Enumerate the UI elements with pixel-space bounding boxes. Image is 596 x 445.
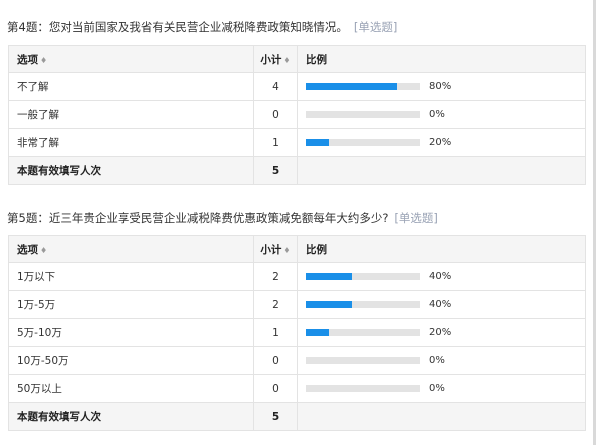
question-4-title-text: 第4题：您对当前国家及我省有关民营企业减税降费政策知晓情况。 [7, 20, 348, 34]
total-empty-cell [297, 402, 586, 431]
count-cell: 0 [253, 374, 298, 403]
option-cell: 1万-5万 [8, 290, 254, 319]
count-cell: 0 [253, 100, 298, 129]
table-header-row: 选项 ♦ 小计 ♦ 比例 [8, 45, 586, 73]
total-label: 本题有效填写人次 [8, 402, 254, 431]
option-cell: 不了解 [8, 72, 254, 101]
ratio-cell: 0% [297, 346, 586, 375]
ratio-cell: 0% [297, 100, 586, 129]
sort-arrows-icon[interactable]: ♦ [283, 56, 290, 65]
table-row: 50万以上 0 0% [8, 374, 586, 403]
ratio-cell: 20% [297, 128, 586, 157]
ratio-percent: 40% [429, 299, 452, 310]
count-cell: 2 [253, 262, 298, 291]
ratio-percent: 20% [429, 137, 452, 148]
ratio-cell: 40% [297, 290, 586, 319]
ratio-column-header: 比例 [297, 45, 586, 73]
ratio-bar-track [306, 111, 420, 118]
ratio-cell: 40% [297, 262, 586, 291]
ratio-percent: 0% [429, 355, 445, 366]
sort-arrows-icon[interactable]: ♦ [283, 246, 290, 255]
question-5-type-tag: [单选题] [394, 211, 438, 225]
ratio-percent: 20% [429, 327, 452, 338]
ratio-bar-fill [306, 329, 329, 336]
sort-arrows-icon[interactable]: ♦ [40, 56, 47, 65]
option-cell: 10万-50万 [8, 346, 254, 375]
total-row: 本题有效填写人次 5 [8, 402, 586, 431]
ratio-bar-track [306, 329, 420, 336]
question-4-table: 选项 ♦ 小计 ♦ 比例 不了解 4 80% 一般了解 0 0% 非常了解 1 20… [8, 45, 586, 185]
total-label: 本题有效填写人次 [8, 156, 254, 185]
ratio-percent: 80% [429, 81, 452, 92]
table-row: 非常了解 1 20% [8, 128, 586, 157]
ratio-percent: 40% [429, 271, 452, 282]
table-row: 10万-50万 0 0% [8, 346, 586, 375]
option-cell: 5万-10万 [8, 318, 254, 347]
ratio-bar-fill [306, 83, 398, 90]
ratio-column-header: 比例 [297, 235, 586, 263]
ratio-bar-track [306, 139, 420, 146]
total-empty-cell [297, 156, 586, 185]
count-cell: 0 [253, 346, 298, 375]
option-cell: 50万以上 [8, 374, 254, 403]
ratio-cell: 80% [297, 72, 586, 101]
count-cell: 4 [253, 72, 298, 101]
question-5-title-text: 第5题：近三年贵企业享受民营企业减税降费优惠政策减免额每年大约多少? [7, 211, 389, 225]
ratio-bar-track [306, 357, 420, 364]
question-4-title: 第4题：您对当前国家及我省有关民营企业减税降费政策知晓情况。 [单选题] [7, 19, 397, 35]
option-cell: 非常了解 [8, 128, 254, 157]
ratio-cell: 20% [297, 318, 586, 347]
count-cell: 1 [253, 318, 298, 347]
table-row: 不了解 4 80% [8, 72, 586, 101]
ratio-bar-fill [306, 301, 352, 308]
ratio-bar-track [306, 301, 420, 308]
table-row: 1万以下 2 40% [8, 262, 586, 291]
ratio-percent: 0% [429, 383, 445, 394]
ratio-bar-fill [306, 139, 329, 146]
option-header-label: 选项 [17, 243, 38, 256]
option-header-label: 选项 [17, 53, 38, 66]
ratio-cell: 0% [297, 374, 586, 403]
ratio-bar-track [306, 83, 420, 90]
total-count: 5 [253, 156, 298, 185]
option-cell: 1万以下 [8, 262, 254, 291]
option-column-header[interactable]: 选项 ♦ [8, 235, 254, 263]
table-row: 一般了解 0 0% [8, 100, 586, 129]
count-header-label: 小计 [260, 243, 282, 256]
count-column-header[interactable]: 小计 ♦ [253, 235, 298, 263]
ratio-bar-track [306, 385, 420, 392]
total-row: 本题有效填写人次 5 [8, 156, 586, 185]
count-column-header[interactable]: 小计 ♦ [253, 45, 298, 73]
question-4-type-tag: [单选题] [353, 20, 398, 34]
table-header-row: 选项 ♦ 小计 ♦ 比例 [8, 235, 586, 263]
ratio-bar-track [306, 273, 420, 280]
table-row: 5万-10万 1 20% [8, 318, 586, 347]
option-column-header[interactable]: 选项 ♦ [8, 45, 254, 73]
question-5-title: 第5题：近三年贵企业享受民营企业减税降费优惠政策减免额每年大约多少? [单选题] [7, 210, 438, 226]
option-cell: 一般了解 [8, 100, 254, 129]
count-cell: 1 [253, 128, 298, 157]
question-5-table: 选项 ♦ 小计 ♦ 比例 1万以下 2 40% 1万-5万 2 40% 5万-10万… [8, 235, 586, 431]
sort-arrows-icon[interactable]: ♦ [40, 246, 47, 255]
count-cell: 2 [253, 290, 298, 319]
ratio-percent: 0% [429, 109, 445, 120]
table-row: 1万-5万 2 40% [8, 290, 586, 319]
ratio-header-label: 比例 [306, 53, 327, 66]
count-header-label: 小计 [260, 53, 282, 66]
ratio-header-label: 比例 [306, 243, 327, 256]
ratio-bar-fill [306, 273, 352, 280]
total-count: 5 [253, 402, 298, 431]
